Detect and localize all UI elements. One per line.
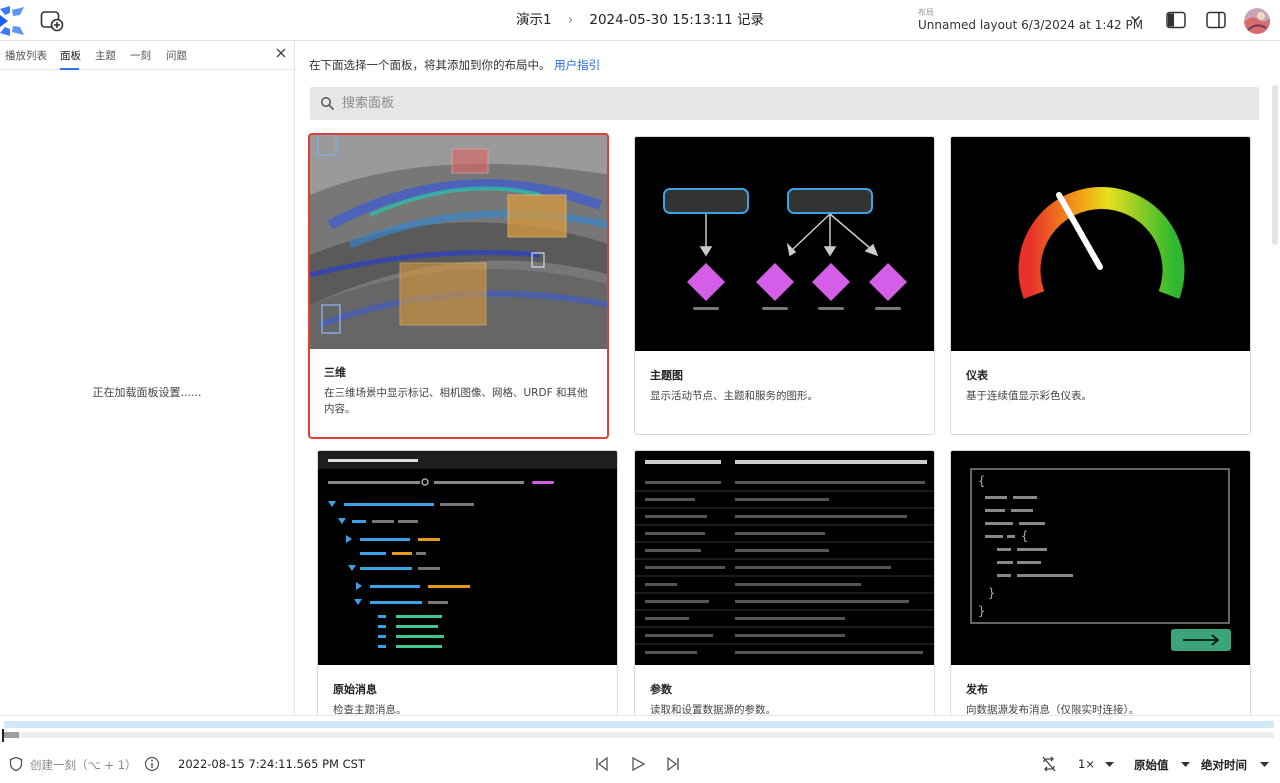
panel-thumbnail-parameters bbox=[635, 451, 934, 665]
time-mode-label: 绝对时间 bbox=[1201, 758, 1247, 772]
shield-icon[interactable] bbox=[8, 756, 24, 772]
left-sidebar-toggle-icon[interactable] bbox=[1166, 11, 1186, 29]
intro-sentence: 在下面选择一个面板，将其添加到你的布局中。 bbox=[309, 58, 551, 72]
panel-card-title: 发布 bbox=[966, 683, 988, 696]
scrollbar[interactable] bbox=[1272, 85, 1278, 245]
user-guide-link[interactable]: 用户指引 bbox=[554, 58, 600, 72]
playback-controls: 创建一刻（⌥ + 1） 2022-08-15 7:24:11.565 PM CS… bbox=[0, 715, 1280, 783]
caret-down-icon bbox=[1260, 762, 1269, 767]
svg-text:{: { bbox=[1021, 529, 1028, 543]
panel-thumbnail-topic-graph bbox=[635, 137, 934, 351]
panel-card-description: 显示活动节点、主题和服务的图形。 bbox=[650, 390, 818, 402]
speed-label: 1× bbox=[1078, 757, 1095, 771]
value-mode-label: 原始值 bbox=[1134, 758, 1169, 772]
panel-card-description: 基于连续值显示彩色仪表。 bbox=[966, 390, 1092, 402]
panel-card-title: 主题图 bbox=[650, 369, 683, 382]
add-panel-icon[interactable] bbox=[40, 10, 64, 32]
search-icon bbox=[321, 97, 335, 111]
panel-card-gauge[interactable]: 仪表 基于连续值显示彩色仪表。 bbox=[950, 136, 1251, 435]
panel-card-description: 在三维场景中显示标记、相机图像、网格、URDF 和其他内容。 bbox=[324, 387, 588, 415]
data-source-name[interactable]: 演示1 bbox=[516, 12, 552, 28]
panel-card-title: 参数 bbox=[650, 683, 672, 696]
value-mode-selector[interactable]: 原始值 bbox=[1134, 757, 1194, 773]
recording-name[interactable]: 2024-05-30 15:13:11 记录 bbox=[589, 12, 764, 28]
tab-problems[interactable]: 问题 bbox=[166, 48, 187, 63]
chevron-right-icon: › bbox=[567, 13, 574, 28]
layout-name: Unnamed layout 6/3/2024 at 1:42 PM bbox=[918, 18, 1144, 32]
speed-selector[interactable]: 1× bbox=[1078, 757, 1118, 773]
play-icon[interactable] bbox=[630, 756, 646, 772]
panel-settings-loading: 正在加载面板设置...... bbox=[92, 386, 202, 399]
layout-caption: 布局 bbox=[918, 8, 934, 17]
svg-text:}: } bbox=[978, 604, 985, 618]
panel-catalog: 在下面选择一个面板，将其添加到你的布局中。 用户指引 搜索面板 三维 在三维场景… bbox=[296, 41, 1280, 715]
tab-topics[interactable]: 主题 bbox=[95, 48, 116, 63]
panel-search[interactable] bbox=[310, 87, 1259, 120]
timeline-buffer bbox=[4, 721, 1274, 728]
info-icon[interactable] bbox=[144, 756, 160, 772]
sidebar-tabs: 播放列表 面板 主题 一刻 问题 bbox=[0, 41, 294, 70]
panel-thumbnail-publish: { } } { bbox=[951, 451, 1250, 665]
timeline-scrubber[interactable] bbox=[4, 732, 1274, 738]
tab-panels[interactable]: 面板 bbox=[60, 48, 81, 63]
panel-card-3d[interactable]: 三维 在三维场景中显示标记、相机图像、网格、URDF 和其他内容。 bbox=[308, 133, 609, 439]
panel-thumbnail-3d bbox=[310, 135, 607, 349]
active-tab-indicator bbox=[60, 68, 79, 70]
app-logo-icon[interactable] bbox=[0, 6, 28, 36]
current-timestamp[interactable]: 2022-08-15 7:24:11.565 PM CST bbox=[178, 757, 365, 771]
tab-moments[interactable]: 一刻 bbox=[130, 48, 151, 63]
caret-down-icon bbox=[1181, 762, 1190, 767]
tab-playlist[interactable]: 播放列表 bbox=[5, 48, 47, 63]
app-header: 演示1 › 2024-05-30 15:13:11 记录 布局 Unnamed … bbox=[0, 0, 1280, 41]
intro-text: 在下面选择一个面板，将其添加到你的布局中。 用户指引 bbox=[309, 57, 600, 73]
panel-card-title: 原始消息 bbox=[333, 683, 377, 696]
panel-card-title: 仪表 bbox=[966, 369, 988, 382]
panel-card-description: 读取和设置数据源的参数。 bbox=[650, 704, 776, 715]
left-sidebar: 播放列表 面板 主题 一刻 问题 正在加载面板设置...... bbox=[0, 41, 295, 715]
panel-card-title: 三维 bbox=[324, 366, 346, 379]
search-input[interactable] bbox=[342, 87, 1242, 120]
panel-card-publish[interactable]: { } } { 发布 向数据源发布消息（仅限实时连接）。 bbox=[950, 450, 1251, 715]
panel-card-topic-graph[interactable]: 主题图 显示活动节点、主题和服务的图形。 bbox=[634, 136, 935, 435]
playhead[interactable] bbox=[2, 729, 4, 742]
panel-thumbnail-raw-messages bbox=[318, 451, 617, 665]
svg-text:}: } bbox=[988, 586, 995, 600]
time-mode-selector[interactable]: 绝对时间 bbox=[1201, 757, 1273, 773]
loop-off-icon[interactable] bbox=[1041, 756, 1057, 772]
panel-thumbnail-gauge bbox=[951, 137, 1250, 351]
timeline-progress bbox=[4, 732, 19, 738]
create-moment-button[interactable]: 创建一刻（⌥ + 1） bbox=[30, 757, 137, 773]
right-sidebar-toggle-icon[interactable] bbox=[1206, 11, 1226, 29]
skip-forward-icon[interactable] bbox=[665, 756, 681, 772]
caret-down-icon bbox=[1105, 762, 1114, 767]
user-avatar[interactable] bbox=[1244, 8, 1270, 34]
layout-selector[interactable]: 布局 Unnamed layout 6/3/2024 at 1:42 PM bbox=[918, 6, 1146, 36]
panel-card-description: 检查主题消息。 bbox=[333, 704, 407, 715]
svg-text:{: { bbox=[978, 474, 985, 488]
skip-back-icon[interactable] bbox=[594, 756, 610, 772]
panel-card-description: 向数据源发布消息（仅限实时连接）。 bbox=[966, 704, 1140, 715]
panel-card-parameters[interactable]: 参数 读取和设置数据源的参数。 bbox=[634, 450, 935, 715]
panel-card-raw-messages[interactable]: 原始消息 检查主题消息。 bbox=[317, 450, 618, 715]
chevron-down-icon bbox=[1130, 15, 1141, 22]
close-icon[interactable] bbox=[273, 45, 289, 61]
